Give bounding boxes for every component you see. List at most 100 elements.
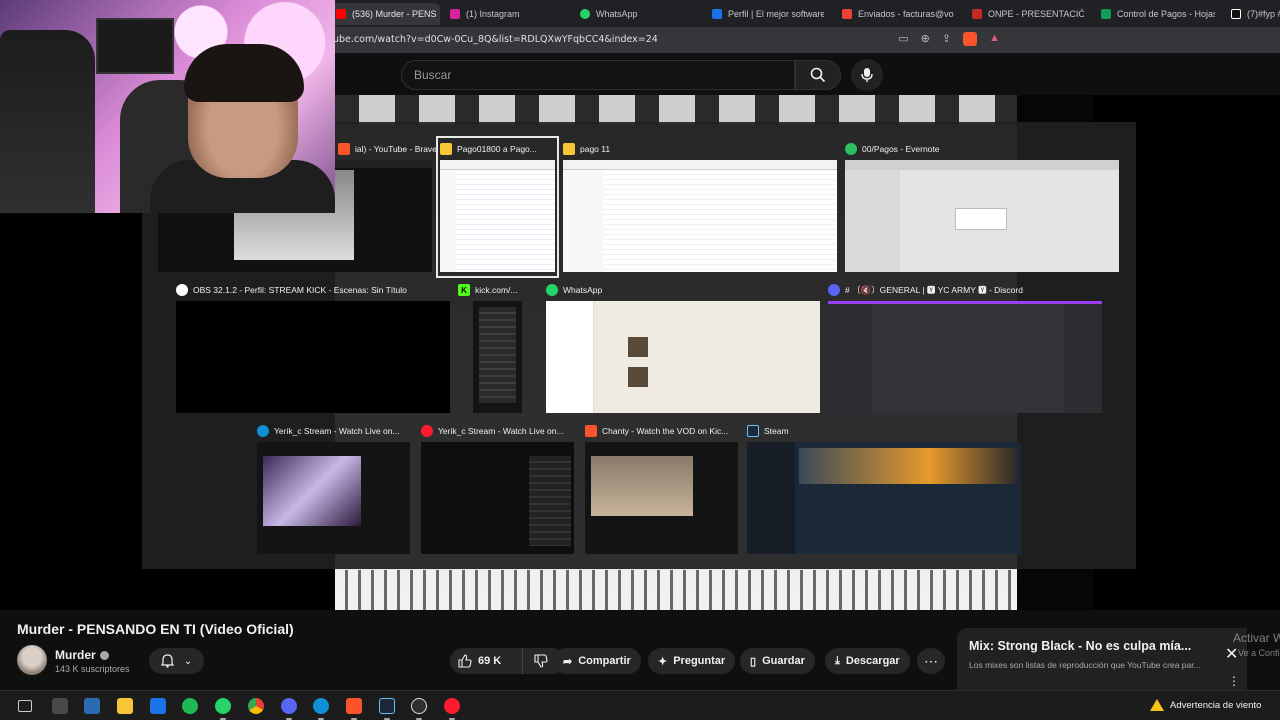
webcam-person-hair [184,44,304,102]
switcher-window-kick[interactable]: Kkick.com/... [458,281,522,415]
gmail-icon [842,9,852,19]
window-title: Pago01800 a Pago... [457,144,537,154]
switcher-window-pago11[interactable]: pago 11 [563,140,837,274]
switcher-window-pago01800[interactable]: Pago01800 a Pago... [436,136,559,278]
tiktok-icon [1231,9,1241,19]
kick-icon: K [458,284,470,296]
chevron-down-icon: ⌄ [183,655,193,667]
voice-search-button[interactable] [851,59,883,91]
switcher-window-whatsapp[interactable]: WhatsApp [546,281,820,415]
channel-name[interactable]: Murder [55,648,109,662]
folder-icon[interactable] [117,698,133,714]
webcam-overlay [0,0,335,213]
verified-icon [99,650,109,660]
chrome-icon[interactable] [248,698,264,714]
brave-rewards-icon[interactable]: ▲ [989,32,1000,46]
thumbs-down-icon [533,654,548,668]
folder-icon [440,143,452,155]
switcher-window-brave-kick[interactable]: Chanty - Watch the VOD on Kic... [585,422,738,556]
more-vertical-icon[interactable]: ⋮ [1228,674,1240,688]
subscriber-count: 143 K suscriptores [55,664,130,674]
channel-avatar[interactable] [17,645,47,675]
window-thumbnail [473,301,522,413]
window-thumbnail [440,160,555,272]
window-thumbnail [585,442,738,554]
mail-icon[interactable] [150,698,166,714]
ask-label: Preguntar [673,655,726,667]
sparkle-icon: ✦ [658,655,668,668]
more-icon: ⋯ [924,652,938,669]
task-view-icon[interactable] [18,700,32,712]
tab-label: Control de Pagos - Hojas d [1117,9,1215,19]
mix-playlist-card[interactable]: Mix: Strong Black - No es culpa mía... L… [957,628,1247,690]
window-title: Yerik_c Stream - Watch Live on... [438,426,564,436]
tab-sheets[interactable]: Control de Pagos - Hojas d [1101,3,1215,25]
notifications-button[interactable]: ⌄ [149,648,204,674]
url-field[interactable]: ube.com/watch?v=d0Cw-0Cu_8Q&list=RDLQXwY… [333,34,658,45]
microphone-icon [861,68,873,82]
tab-label: WhatsApp [596,9,638,19]
taskbar: Advertencia de viento [0,690,1280,720]
window-title: ial) - YouTube - Brave [355,144,437,154]
window-title: kick.com/... [475,285,518,295]
document-icon [972,9,982,19]
switcher-window-steam[interactable]: Steam [747,422,1021,556]
video-scene-top [335,95,1017,125]
tab-perfil[interactable]: Perfil | El mejor software pa [712,3,824,25]
window-title: # 〔🔇〕GENERAL | 🆈 YC ARMY 🆈 - Discord [845,285,1023,295]
store-icon[interactable] [84,698,100,714]
tab-gmail[interactable]: Enviados - facturas@voltan [842,3,954,25]
search-button[interactable] [795,60,841,90]
window-title: Chanty - Watch the VOD on Kic... [602,426,729,436]
weather-widget[interactable]: Advertencia de viento [1150,699,1261,711]
tab-label: Enviados - facturas@voltan [858,9,954,19]
cast-icon[interactable]: ▭ [898,32,908,46]
tab-onpe[interactable]: ONPE - PRESENTACIÓN DE [972,3,1084,25]
switcher-window-obs[interactable]: OBS 32.1.2 - Perfil: STREAM KICK - Escen… [176,281,450,415]
share-icon[interactable]: ⇪ [942,32,951,46]
switcher-window-opera-kick[interactable]: Yerik_c Stream - Watch Live on... [421,422,574,556]
tab-whatsapp[interactable]: WhatsApp [580,3,700,25]
save-button[interactable]: ▯ Guardar [740,648,815,674]
like-button[interactable]: 69 K [458,648,501,674]
tab-label: Perfil | El mejor software pa [728,9,824,19]
activate-windows-subtext: Ve a Confi [1238,648,1280,658]
window-title: Steam [764,426,789,436]
window-thumbnail [845,160,1119,272]
youtube-icon [336,9,346,19]
discord-icon[interactable] [281,698,297,714]
folder-icon [563,143,575,155]
spotify-icon[interactable] [182,698,198,714]
brave-icon [338,143,350,155]
switcher-window-evernote[interactable]: 00/Pagos - Evernote [845,140,1119,274]
tab-instagram[interactable]: (1) Instagram [450,3,570,25]
whatsapp-icon [546,284,558,296]
steam-icon[interactable] [379,698,395,714]
tab-tiktok[interactable]: (7)#fyp # [1231,3,1280,25]
brave-icon[interactable] [346,698,362,714]
opera-icon[interactable] [444,698,460,714]
activate-windows-watermark: Activar W [1233,631,1280,645]
close-icon[interactable]: ✕ [1225,644,1238,664]
switcher-window-discord[interactable]: # 〔🔇〕GENERAL | 🆈 YC ARMY 🆈 - Discord [828,281,1102,415]
search-input[interactable]: Buscar [401,60,795,90]
webcam-tv [96,18,174,74]
webcam-coat [0,30,95,213]
ask-button[interactable]: ✦ Preguntar [648,648,736,674]
zoom-icon[interactable]: ⊕ [921,32,930,46]
file-manager-icon[interactable] [52,698,68,714]
save-label: Guardar [762,655,805,667]
obs-icon[interactable] [411,698,427,714]
screen: (536) Murder - PENS ✕ (1) Instagram What… [0,0,1280,720]
more-actions-button[interactable]: ⋯ [917,648,945,674]
share-button[interactable]: ➦ Compartir [553,648,641,674]
download-button[interactable]: ⤓ Descargar [825,648,910,674]
whatsapp-icon[interactable] [215,698,231,714]
brave-shield-icon[interactable] [963,32,978,46]
edge-icon[interactable] [313,698,329,714]
window-thumbnail [546,301,820,413]
tab-youtube[interactable]: (536) Murder - PENS ✕ [328,3,440,25]
bookmark-icon: ▯ [750,655,757,668]
switcher-window-edge-kick[interactable]: Yerik_c Stream - Watch Live on... [257,422,410,556]
bell-icon [160,654,174,668]
